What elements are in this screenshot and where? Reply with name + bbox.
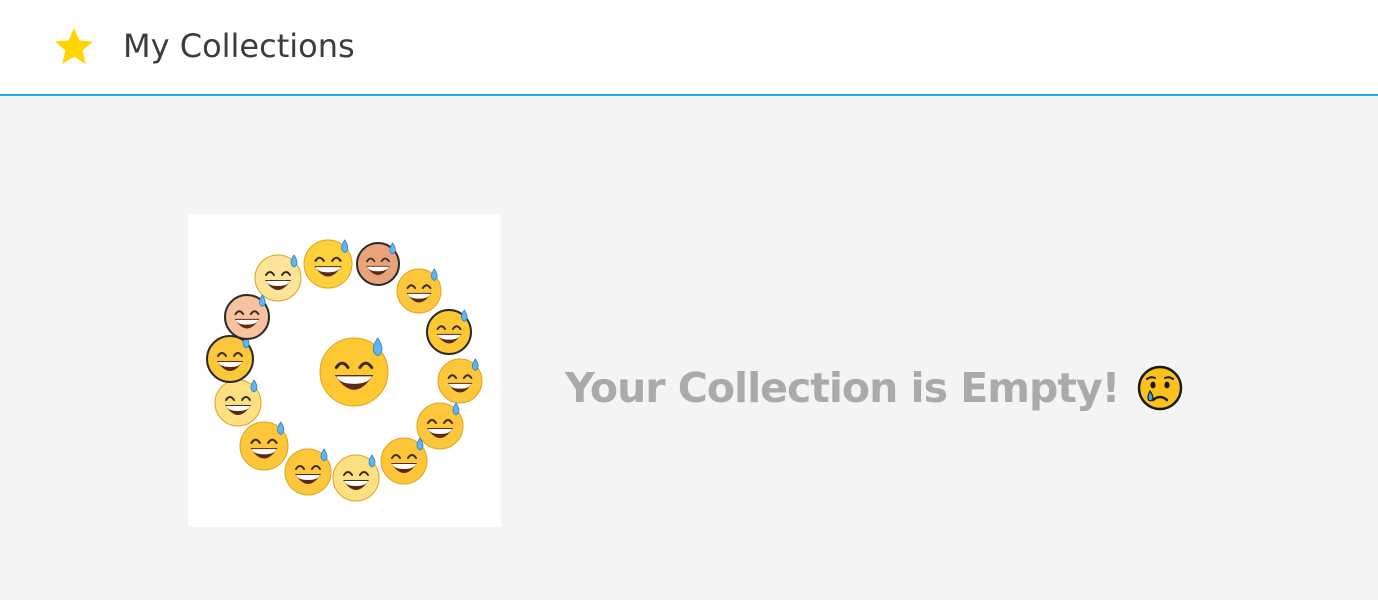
- grinning-sweat-emoji-icon: [284, 448, 332, 496]
- grinning-sweat-emoji-icon: [332, 454, 380, 502]
- app-header: My Collections: [0, 0, 1378, 96]
- grinning-sweat-emoji-icon: [416, 402, 464, 450]
- empty-state: Your Collection is Empty!: [565, 360, 1184, 416]
- grinning-sweat-emoji-icon: [319, 337, 389, 407]
- grinning-sweat-emoji-icon: [254, 254, 302, 302]
- grinning-sweat-emoji-icon: [437, 358, 483, 404]
- grinning-sweat-emoji-icon: [214, 379, 262, 427]
- grinning-sweat-emoji-icon: [206, 335, 254, 383]
- empty-collection-illustration: [188, 214, 501, 527]
- star-icon: [55, 28, 93, 64]
- crying-face-icon: [1138, 365, 1183, 411]
- grinning-sweat-emoji-icon: [303, 239, 353, 289]
- empty-collection-message: Your Collection is Empty!: [565, 364, 1120, 412]
- grinning-sweat-emoji-icon: [426, 309, 472, 355]
- grinning-sweat-emoji-icon: [224, 294, 270, 340]
- emoji-ring-image: [206, 239, 483, 502]
- grinning-sweat-emoji-icon: [380, 437, 428, 485]
- grinning-sweat-emoji-icon: [239, 421, 289, 471]
- page-title: My Collections: [123, 27, 355, 65]
- grinning-sweat-emoji-icon: [396, 268, 442, 314]
- grinning-sweat-emoji-icon: [356, 242, 400, 286]
